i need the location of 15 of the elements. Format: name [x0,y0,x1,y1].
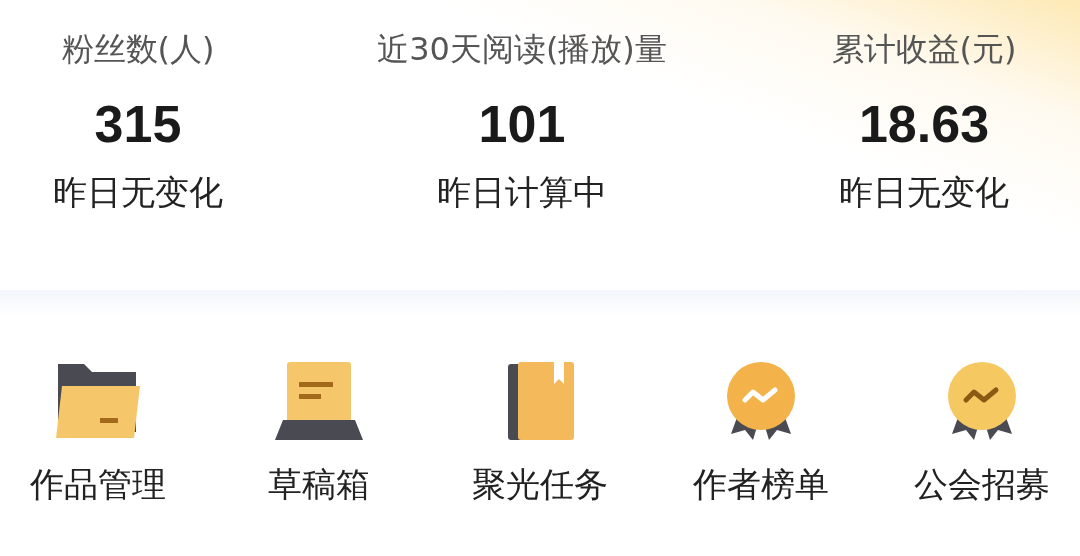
shortcut-item[interactable]: 作品管理 [18,360,178,508]
stat-value: 315 [94,94,182,154]
shortcut-item[interactable]: 作者榜单 [681,360,841,508]
document-tray-icon [273,360,365,442]
stat-label: 近30天阅读(播放)量 [377,29,667,70]
stat-change: 昨日计算中 [437,171,607,214]
stat-label: 粉丝数(人) [61,29,215,70]
stat-value: 18.63 [858,94,990,154]
shortcut-item[interactable]: 聚光任务 [460,360,620,508]
stat-change: 昨日无变化 [53,171,223,214]
stat-value: 101 [478,94,566,154]
stat-change: 昨日无变化 [839,171,1009,214]
shortcut-item[interactable]: 草稿箱 [239,360,399,508]
stat-label: 累计收益(元) [831,29,1017,70]
shortcut-item[interactable]: 公会招募 [902,360,1062,508]
